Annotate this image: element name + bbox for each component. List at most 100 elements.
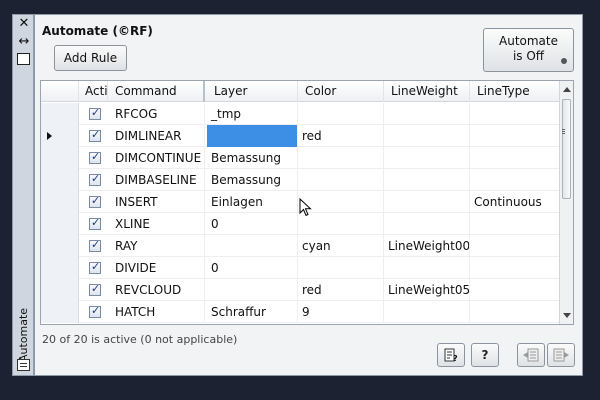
cell-lineweight[interactable] [384, 169, 470, 191]
properties-icon[interactable] [17, 53, 30, 65]
cell-layer[interactable]: Schraffur [207, 301, 298, 323]
cell-color[interactable]: 9 [298, 301, 384, 323]
row-header[interactable] [41, 235, 79, 257]
cell-lineweight[interactable] [384, 191, 470, 213]
table-row[interactable]: HATCHSchraffur9 [41, 301, 561, 323]
cell-color[interactable] [298, 147, 384, 169]
row-header[interactable] [41, 279, 79, 301]
automate-toggle-button[interactable]: Automate is Off [483, 28, 574, 72]
mouse-cursor-icon [299, 198, 312, 217]
cell-linetype[interactable] [470, 147, 561, 169]
palette-menu-icon[interactable] [17, 359, 30, 371]
cell-linetype[interactable] [470, 235, 561, 257]
column-header-linetype[interactable]: LineType [470, 81, 561, 102]
cell-command[interactable]: DIMCONTINUE [108, 147, 205, 169]
cell-lineweight[interactable] [384, 125, 470, 147]
cell-lineweight[interactable] [384, 147, 470, 169]
cell-lineweight[interactable] [384, 213, 470, 235]
cell-layer[interactable] [207, 279, 298, 301]
cell-layer[interactable]: _tmp [207, 103, 298, 125]
row-header[interactable] [41, 147, 79, 169]
cell-color[interactable]: red [298, 279, 384, 301]
cell-lineweight[interactable] [384, 103, 470, 125]
table-row[interactable]: DIMLINEAR red [41, 125, 561, 147]
cell-color[interactable]: red [298, 125, 384, 147]
active-checkbox[interactable] [89, 216, 101, 230]
automate-panel: Automate (©RF) Add Rule Automate is Off … [34, 14, 583, 376]
cell-layer[interactable]: Einlagen [207, 191, 298, 213]
cell-linetype[interactable]: Continuous [470, 191, 561, 213]
import-icon [523, 348, 539, 362]
column-header-color[interactable]: Color [298, 81, 384, 102]
row-header[interactable] [41, 213, 79, 235]
cell-layer[interactable]: Bemassung [207, 147, 298, 169]
cell-command[interactable]: XLINE [108, 213, 205, 235]
help-button[interactable]: ? [471, 343, 499, 367]
palette-title: Automate [17, 307, 30, 363]
scroll-down-icon[interactable] [563, 313, 571, 318]
table-row[interactable]: REVCLOUD redLineWeight050 [41, 279, 561, 301]
cell-color[interactable] [298, 169, 384, 191]
auto-hide-icon[interactable]: ↔ [16, 35, 32, 49]
row-header[interactable] [41, 257, 79, 279]
row-header[interactable] [41, 169, 79, 191]
table-row[interactable]: DIMCONTINUEBemassung [41, 147, 561, 169]
cell-command[interactable]: DIMLINEAR [108, 125, 205, 147]
active-checkbox[interactable] [89, 106, 101, 120]
vertical-scrollbar[interactable] [559, 81, 573, 324]
cell-layer[interactable]: Bemassung [207, 169, 298, 191]
table-row[interactable]: RAY cyanLineWeight005 [41, 235, 561, 257]
export-button[interactable] [547, 343, 575, 367]
active-checkbox[interactable] [89, 172, 101, 186]
import-button[interactable] [517, 343, 545, 367]
scroll-thumb[interactable] [562, 99, 571, 199]
cell-lineweight[interactable] [384, 257, 470, 279]
active-checkbox[interactable] [89, 150, 101, 164]
cell-command[interactable]: RAY [108, 235, 205, 257]
row-header[interactable] [41, 301, 79, 323]
cell-color[interactable]: cyan [298, 235, 384, 257]
scroll-up-icon[interactable] [563, 87, 571, 92]
rule-details-button[interactable]: ? [437, 343, 465, 367]
column-header-active[interactable]: Activ [79, 81, 108, 102]
cell-linetype[interactable] [470, 169, 561, 191]
cell-lineweight[interactable] [384, 301, 470, 323]
cell-command[interactable]: DIVIDE [108, 257, 205, 279]
cell-command[interactable]: HATCH [108, 301, 205, 323]
cell-command[interactable]: INSERT [108, 191, 205, 213]
active-checkbox[interactable] [89, 260, 101, 274]
column-header-layer[interactable]: Layer [207, 81, 298, 102]
cell-layer[interactable]: 0 [207, 257, 298, 279]
cell-command[interactable]: RFCOG [108, 103, 205, 125]
cell-command[interactable]: DIMBASELINE [108, 169, 205, 191]
active-checkbox[interactable] [89, 128, 101, 142]
table-row[interactable]: DIMBASELINEBemassung [41, 169, 561, 191]
active-checkbox[interactable] [89, 282, 101, 296]
column-header-command[interactable]: Command [108, 81, 205, 102]
add-rule-button[interactable]: Add Rule [54, 45, 127, 71]
close-icon[interactable]: ✕ [16, 17, 32, 31]
cell-lineweight[interactable]: LineWeight005 [384, 235, 470, 257]
active-checkbox[interactable] [89, 194, 101, 208]
row-header[interactable] [41, 191, 79, 213]
cell-layer[interactable] [207, 235, 298, 257]
column-header-lineweight[interactable]: LineWeight [384, 81, 470, 102]
row-header[interactable] [41, 103, 79, 125]
cell-layer[interactable] [207, 125, 298, 147]
cell-linetype[interactable] [470, 301, 561, 323]
table-row[interactable]: DIVIDE0 [41, 257, 561, 279]
cell-linetype[interactable] [470, 257, 561, 279]
cell-command[interactable]: REVCLOUD [108, 279, 205, 301]
row-header[interactable] [41, 125, 79, 147]
cell-color[interactable] [298, 103, 384, 125]
cell-linetype[interactable] [470, 103, 561, 125]
active-checkbox[interactable] [89, 238, 101, 252]
table-row[interactable]: RFCOG_tmp [41, 103, 561, 125]
active-checkbox[interactable] [89, 304, 101, 318]
cell-linetype[interactable] [470, 125, 561, 147]
cell-linetype[interactable] [470, 279, 561, 301]
cell-linetype[interactable] [470, 213, 561, 235]
cell-lineweight[interactable]: LineWeight050 [384, 279, 470, 301]
cell-layer[interactable]: 0 [207, 213, 298, 235]
cell-color[interactable] [298, 257, 384, 279]
